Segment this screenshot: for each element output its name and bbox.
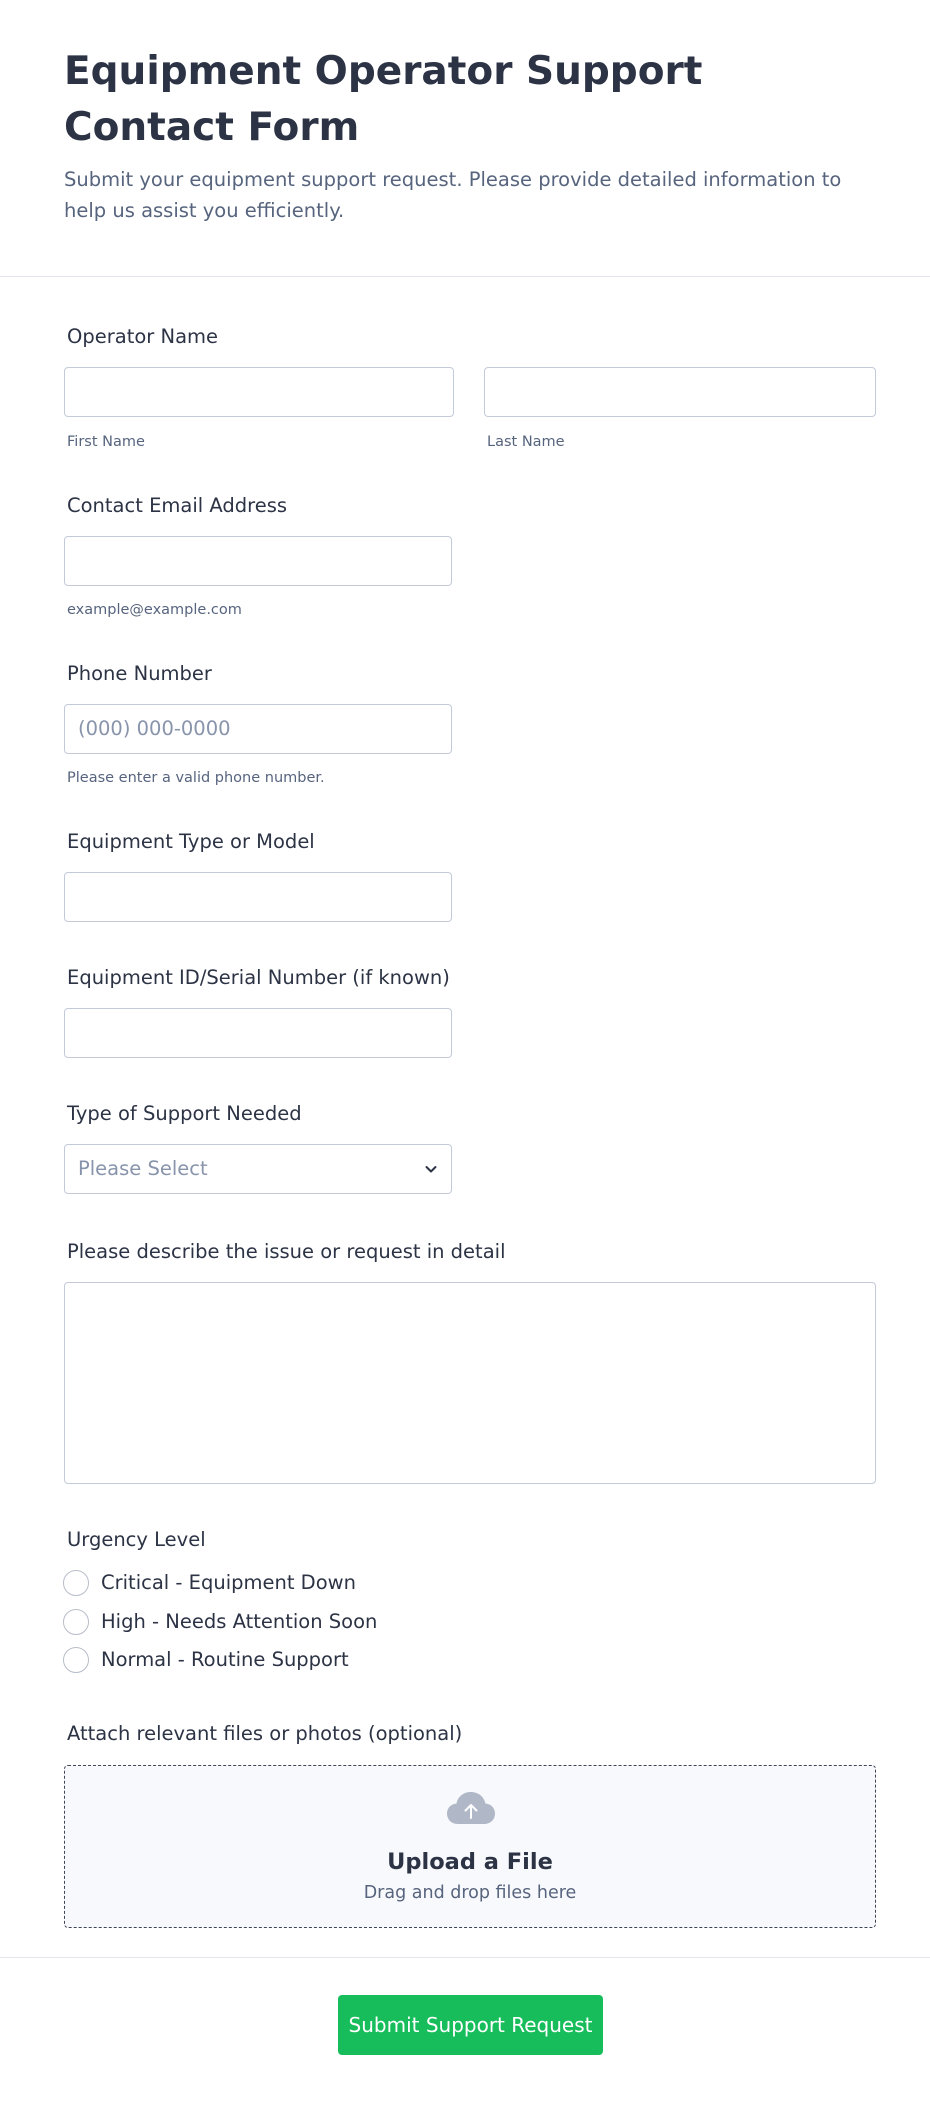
equipment-id-input[interactable] xyxy=(64,1008,452,1058)
urgency-option-label: High - Needs Attention Soon xyxy=(101,1610,378,1633)
support-type-selected-value: Please Select xyxy=(78,1157,208,1180)
support-type-select[interactable]: Please Select xyxy=(64,1144,452,1194)
urgency-option-normal[interactable]: Normal - Routine Support xyxy=(63,1646,463,1674)
first-name-input[interactable] xyxy=(64,367,454,417)
last-name-sublabel: Last Name xyxy=(487,434,565,450)
first-name-sublabel: First Name xyxy=(67,434,145,450)
equipment-type-input[interactable] xyxy=(64,872,452,922)
radio-button[interactable] xyxy=(63,1609,89,1635)
chevron-down-icon xyxy=(425,1166,437,1173)
email-label: Contact Email Address xyxy=(67,494,288,517)
phone-input[interactable]: (000) 000-0000 xyxy=(64,704,452,754)
submit-button[interactable]: Submit Support Request xyxy=(338,1995,603,2055)
equipment-type-label: Equipment Type or Model xyxy=(67,830,315,853)
support-type-label: Type of Support Needed xyxy=(67,1102,302,1125)
email-sublabel: example@example.com xyxy=(67,602,242,618)
equipment-id-label: Equipment ID/Serial Number (if known) xyxy=(67,966,450,989)
urgency-option-label: Normal - Routine Support xyxy=(101,1648,349,1671)
phone-placeholder: (000) 000-0000 xyxy=(78,717,231,740)
urgency-option-label: Critical - Equipment Down xyxy=(101,1571,356,1594)
footer-divider xyxy=(0,1957,930,1958)
urgency-option-critical[interactable]: Critical - Equipment Down xyxy=(63,1569,463,1597)
urgency-label: Urgency Level xyxy=(67,1528,206,1551)
phone-sublabel: Please enter a valid phone number. xyxy=(67,770,325,786)
upload-hint: Drag and drop files here xyxy=(363,1883,577,1903)
cloud-upload-icon xyxy=(447,1792,495,1824)
phone-label: Phone Number xyxy=(67,662,212,685)
operator-name-label: Operator Name xyxy=(67,325,219,348)
radio-button[interactable] xyxy=(63,1570,89,1596)
last-name-input[interactable] xyxy=(484,367,876,417)
email-field[interactable] xyxy=(64,536,452,586)
upload-title: Upload a File xyxy=(387,1849,553,1875)
attachments-label: Attach relevant files or photos (optiona… xyxy=(67,1722,463,1745)
file-upload-dropzone[interactable]: Upload a File Drag and drop files here xyxy=(64,1765,876,1928)
form-header: Equipment Operator Support Contact Form … xyxy=(0,0,930,277)
description-textarea[interactable] xyxy=(64,1282,876,1484)
radio-button[interactable] xyxy=(63,1647,89,1673)
page-subtitle: Submit your equipment support request. P… xyxy=(64,168,842,222)
page-title: Equipment Operator Support Contact Form xyxy=(64,49,703,150)
description-label: Please describe the issue or request in … xyxy=(67,1240,506,1263)
urgency-option-high[interactable]: High - Needs Attention Soon xyxy=(63,1608,463,1636)
